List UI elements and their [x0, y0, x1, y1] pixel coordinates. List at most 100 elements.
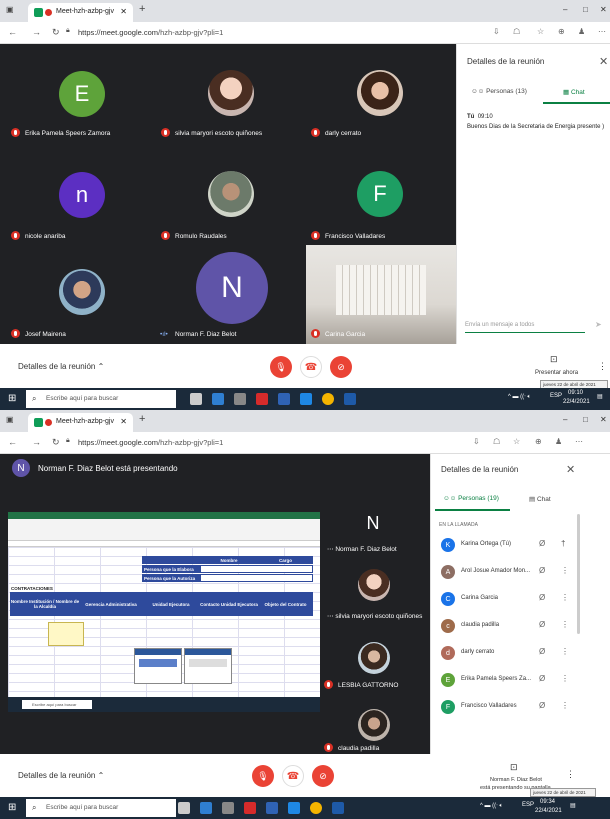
browser-tab-meet[interactable]: Meet-hzh-azbp-gjv ✕	[28, 3, 133, 22]
mic-off-icon[interactable]: Ø	[539, 674, 545, 683]
more-options-icon[interactable]: ⋮	[561, 647, 569, 656]
window-close-icon[interactable]: ✕	[600, 5, 607, 14]
more-options-icon[interactable]: ⋮	[561, 674, 569, 683]
windows-start-icon[interactable]: ⊞	[8, 393, 16, 404]
participant-row[interactable]: c claudia padilla Ø ⋮	[439, 617, 574, 635]
forward-icon[interactable]: →	[32, 437, 41, 447]
minimize-icon[interactable]: –	[563, 5, 567, 14]
tab-people[interactable]: ☺☺ Personas (13)	[471, 88, 527, 95]
new-tab-icon[interactable]: +	[139, 413, 145, 425]
browser-menu-icon[interactable]: ⋯	[575, 437, 583, 446]
tab-chat[interactable]: ▤ Chat	[529, 495, 551, 503]
panel-close-icon[interactable]: ✕	[599, 55, 608, 68]
bookmark-star-icon[interactable]: ☆	[537, 27, 544, 36]
collections-icon[interactable]: ⊕	[535, 437, 542, 446]
minimize-icon[interactable]: –	[563, 415, 567, 424]
mic-off-icon[interactable]: Ø	[539, 620, 545, 629]
camera-off-button[interactable]: ⊘	[330, 356, 352, 378]
present-screen-icon[interactable]: ⊡	[550, 354, 558, 365]
more-options-icon[interactable]: ⋮	[561, 566, 569, 575]
window-menu-icon[interactable]: ▣	[6, 415, 14, 424]
profile-icon[interactable]: ♟	[578, 27, 585, 36]
task-view-icon[interactable]	[178, 802, 190, 814]
back-icon[interactable]: ←	[8, 27, 17, 37]
meeting-details-button[interactable]: Detalles de la reunión ⌃	[18, 771, 104, 780]
profile-icon[interactable]: ♟	[555, 437, 562, 446]
pin-icon[interactable]: †	[561, 539, 565, 548]
word-icon[interactable]	[344, 393, 356, 405]
clock-time[interactable]: 09:10	[568, 390, 583, 396]
app-icon[interactable]	[266, 802, 278, 814]
bookmark-star-icon[interactable]: ☆	[513, 437, 520, 446]
participant-row[interactable]: d darly cerrato Ø ⋮	[439, 644, 574, 662]
chat-input[interactable]: Envía un mensaje a todos	[465, 322, 534, 328]
edge-browser-icon[interactable]	[212, 393, 224, 405]
clock-time[interactable]: 09:34	[540, 799, 555, 805]
reload-icon[interactable]: ↻	[52, 27, 60, 38]
taskbar-search-input[interactable]: Escribe aquí para buscar	[26, 390, 176, 408]
mic-off-icon[interactable]: Ø	[539, 701, 545, 710]
participant-row[interactable]: A Arol Josue Amador Mon... Ø ⋮	[439, 563, 574, 581]
collections-icon[interactable]: ⊕	[558, 27, 565, 36]
present-screen-icon[interactable]: ⊡	[510, 762, 518, 773]
chrome-icon[interactable]	[322, 393, 334, 405]
translate-icon[interactable]: ☖	[493, 437, 500, 446]
language-indicator[interactable]: ESP	[550, 393, 562, 399]
more-options-icon[interactable]: ⋮	[561, 701, 569, 710]
word-icon[interactable]	[332, 802, 344, 814]
url-field[interactable]: https://meet.google.com/hzh-azbp-gjv?pli…	[78, 438, 223, 447]
maximize-icon[interactable]: □	[583, 5, 588, 14]
pdf-reader-icon[interactable]	[244, 802, 256, 814]
tab-chat[interactable]: ▦ Chat	[563, 88, 585, 96]
mic-off-button[interactable]: 🎙︎	[270, 356, 292, 378]
mail-icon[interactable]	[288, 802, 300, 814]
edge-browser-icon[interactable]	[200, 802, 212, 814]
tab-close-icon[interactable]: ✕	[120, 7, 127, 16]
chrome-icon[interactable]	[310, 802, 322, 814]
app-icon[interactable]	[222, 802, 234, 814]
mail-icon[interactable]	[300, 393, 312, 405]
participant-row[interactable]: C Carina Garcia Ø ⋮	[439, 590, 574, 608]
app-icon[interactable]	[278, 393, 290, 405]
mic-off-icon[interactable]: Ø	[539, 593, 545, 602]
forward-icon[interactable]: →	[32, 27, 41, 37]
mic-off-icon[interactable]: Ø	[539, 566, 545, 575]
more-options-icon[interactable]: ⋮	[561, 620, 569, 629]
browser-menu-icon[interactable]: ⋯	[598, 27, 606, 36]
url-field[interactable]: https://meet.google.com/hzh-azbp-gjv?pli…	[78, 28, 223, 37]
more-options-icon[interactable]: ⋮	[566, 769, 575, 780]
tab-people[interactable]: ☺☺ Personas (19)	[443, 495, 499, 502]
back-icon[interactable]: ←	[8, 437, 17, 447]
clock-date[interactable]: 22/4/2021	[535, 808, 562, 814]
scrollbar[interactable]	[577, 514, 580, 634]
send-icon[interactable]: ➤	[595, 320, 602, 329]
meeting-details-button[interactable]: Detalles de la reunión ⌃	[18, 362, 104, 371]
system-tray-icons[interactable]: ^ ▬ ((ᐧ 🔈︎	[480, 802, 503, 810]
system-tray-icons[interactable]: ^ ▬ ((ᐧ 🔈︎	[508, 393, 531, 401]
maximize-icon[interactable]: □	[583, 415, 588, 424]
end-call-button[interactable]: ☎︎	[282, 765, 304, 787]
mic-off-icon[interactable]: Ø	[539, 647, 545, 656]
camera-off-button[interactable]: ⊘	[312, 765, 334, 787]
clock-date[interactable]: 22/4/2021	[563, 399, 590, 405]
participant-row[interactable]: F Francisco Valladares Ø ⋮	[439, 698, 574, 716]
more-options-icon[interactable]: ⋮	[598, 361, 607, 372]
end-call-button[interactable]: ☎︎	[300, 356, 322, 378]
pdf-reader-icon[interactable]	[256, 393, 268, 405]
reload-icon[interactable]: ↻	[52, 437, 60, 448]
notifications-icon[interactable]: ▤	[597, 393, 603, 400]
language-indicator[interactable]: ESP	[522, 802, 534, 808]
task-view-icon[interactable]	[190, 393, 202, 405]
window-close-icon[interactable]: ✕	[600, 415, 607, 424]
taskbar-search-input[interactable]: Escribe aquí para buscar	[26, 799, 176, 817]
panel-close-icon[interactable]: ✕	[566, 463, 575, 476]
extension-icon[interactable]: ⇩	[473, 437, 480, 446]
browser-tab-meet[interactable]: Meet-hzh-azbp-gjv ✕	[28, 413, 133, 432]
extension-icon[interactable]: ⇩	[493, 27, 500, 36]
participant-row[interactable]: E Erika Pamela Speers Za... Ø ⋮	[439, 671, 574, 689]
mic-off-button[interactable]: 🎙︎	[252, 765, 274, 787]
mic-off-icon[interactable]: Ø	[539, 539, 545, 548]
participant-row[interactable]: K Karina Ortega (Tú) Ø †	[439, 536, 574, 554]
tab-close-icon[interactable]: ✕	[120, 417, 127, 426]
present-now-button[interactable]: Presentar ahora	[535, 370, 578, 376]
